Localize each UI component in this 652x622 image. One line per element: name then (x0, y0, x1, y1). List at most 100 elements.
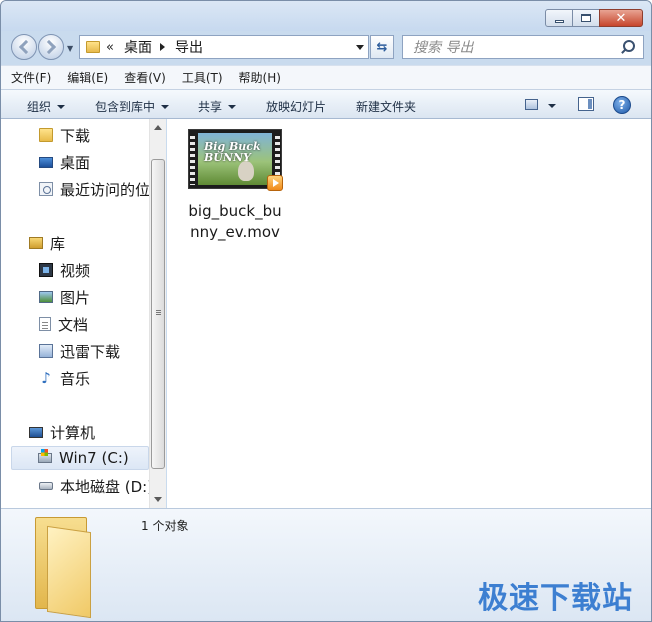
folder-icon (39, 128, 53, 142)
address-bar[interactable]: « 桌面 导出 (79, 35, 369, 59)
nav-item-libraries[interactable]: 库 (29, 231, 65, 255)
nav-item-label: 视频 (60, 261, 91, 280)
nav-item-computer[interactable]: 计算机 (29, 420, 95, 444)
nav-item-label: 库 (50, 234, 66, 253)
nav-item-documents[interactable]: 文档 (39, 312, 88, 336)
organize-label: 组织 (27, 100, 52, 114)
grip-icon (156, 310, 161, 311)
preview-pane-icon[interactable] (578, 97, 594, 111)
nav-item-label: 计算机 (50, 423, 96, 442)
maximize-button[interactable] (572, 9, 600, 27)
share-label: 共享 (198, 100, 223, 114)
nav-item-desktop[interactable]: 桌面 (39, 150, 90, 174)
search-input[interactable]: 搜索 导出 (413, 37, 619, 57)
nav-item-drive-d[interactable]: 本地磁盘 (D:) (39, 474, 149, 498)
include-in-library-button[interactable]: 包含到库中 (95, 98, 170, 115)
scroll-up-arrow-icon[interactable] (154, 125, 162, 130)
film-strip (190, 133, 195, 185)
caption-buttons: ✕ (545, 9, 643, 27)
item-count: 1 个对象 (141, 519, 189, 533)
title-bar[interactable]: ✕ (1, 1, 651, 31)
folder-icon (35, 517, 93, 619)
forward-button[interactable] (38, 34, 64, 60)
bunny-figure (238, 161, 254, 181)
new-folder-button[interactable]: 新建文件夹 (356, 98, 416, 115)
desktop-icon (39, 156, 53, 168)
address-dropdown-icon[interactable] (356, 45, 364, 50)
breadcrumb-separator-icon[interactable] (159, 43, 165, 51)
file-name[interactable]: big_buck_bunny_ev.mov (185, 201, 285, 243)
search-box[interactable]: 搜索 导出 (402, 35, 644, 59)
address-row: ▼ « 桌面 导出 ⇆ 搜索 导出 (1, 31, 651, 65)
folder-icon (86, 41, 100, 53)
nav-item-label: Win7 (C:) (59, 449, 129, 467)
play-icon (267, 175, 283, 191)
nav-item-label: 图片 (60, 288, 91, 307)
picture-library-icon (39, 291, 53, 303)
nav-item-label: 音乐 (60, 369, 91, 388)
share-button[interactable]: 共享 (198, 98, 237, 115)
hard-drive-icon (39, 482, 53, 490)
navigation-pane: 下载 桌面 最近访问的位置 库 视频 图片 文档 迅雷下载 ♪ 音乐 计算机 (1, 119, 149, 508)
maximize-icon (581, 14, 591, 22)
breadcrumb-overflow-chevron[interactable]: « (106, 40, 114, 55)
minimize-icon (554, 19, 564, 23)
slideshow-button[interactable]: 放映幻灯片 (266, 98, 326, 115)
menu-bar: 文件(F) 编辑(E) 查看(V) 工具(T) 帮助(H) (1, 65, 651, 89)
nav-item-xunlei-downloads[interactable]: 迅雷下载 (39, 339, 120, 363)
new-folder-label: 新建文件夹 (356, 100, 417, 114)
close-icon: ✕ (615, 10, 627, 26)
search-icon[interactable] (619, 37, 639, 57)
minimize-button[interactable] (545, 9, 573, 27)
menu-edit[interactable]: 编辑(E) (67, 69, 108, 86)
nav-item-label: 本地磁盘 (D:) (60, 477, 149, 496)
chevron-down-icon (228, 104, 237, 109)
breadcrumb-desktop[interactable]: 桌面 (124, 37, 152, 57)
scrollbar-thumb[interactable] (151, 159, 165, 469)
thumbnail-title: Big Buck BUNNY (204, 140, 261, 164)
explorer-window: ✕ ▼ « 桌面 导出 ⇆ 搜索 导出 文件(F) 编辑(E) 查看(V) 工具… (0, 0, 652, 622)
windows-drive-icon (38, 449, 52, 463)
nav-item-label: 迅雷下载 (60, 342, 121, 361)
library-icon (29, 237, 43, 249)
nav-item-music[interactable]: ♪ 音乐 (39, 366, 90, 390)
watermark: 极速下载站 (478, 581, 633, 616)
menu-view[interactable]: 查看(V) (124, 69, 166, 86)
back-arrow-icon (18, 39, 34, 55)
menu-file[interactable]: 文件(F) (11, 69, 51, 86)
nav-item-label: 桌面 (60, 153, 91, 172)
forward-arrow-icon (41, 39, 57, 55)
change-view-icon[interactable] (525, 99, 538, 110)
breadcrumb-export[interactable]: 导出 (175, 37, 203, 57)
nav-item-downloads[interactable]: 下载 (39, 123, 90, 147)
nav-item-pictures[interactable]: 图片 (39, 285, 90, 309)
scroll-down-arrow-icon[interactable] (154, 497, 162, 502)
organize-button[interactable]: 组织 (27, 98, 66, 115)
slideshow-label: 放映幻灯片 (266, 100, 327, 114)
close-button[interactable]: ✕ (599, 9, 643, 27)
back-button[interactable] (11, 34, 37, 60)
video-library-icon (39, 263, 53, 277)
refresh-button[interactable]: ⇆ (370, 35, 394, 59)
nav-item-label: 文档 (58, 315, 89, 334)
music-note-icon: ♪ (41, 369, 51, 387)
refresh-icon: ⇆ (376, 39, 388, 55)
folder-front (47, 525, 91, 619)
recent-pages-dropdown[interactable]: ▼ (67, 44, 73, 53)
nav-item-videos[interactable]: 视频 (39, 258, 90, 282)
file-list-area[interactable]: Big Buck BUNNY big_buck_bunny_ev.mov (167, 119, 651, 508)
navigation-scrollbar[interactable] (149, 119, 166, 508)
menu-help[interactable]: 帮助(H) (239, 69, 281, 86)
nav-item-drive-c[interactable]: Win7 (C:) (11, 446, 149, 470)
chevron-down-icon (57, 104, 66, 109)
help-icon[interactable]: ? (613, 96, 631, 114)
download-library-icon (39, 344, 53, 358)
thumbnail-image: Big Buck BUNNY (198, 133, 272, 185)
view-options-chevron-icon[interactable] (548, 104, 556, 108)
nav-item-recent-places[interactable]: 最近访问的位置 (39, 177, 149, 201)
chevron-down-icon (161, 104, 170, 109)
video-thumbnail-icon: Big Buck BUNNY (188, 129, 283, 191)
details-pane: 1 个对象 极速下载站 (1, 508, 651, 621)
menu-tools[interactable]: 工具(T) (182, 69, 223, 86)
recent-places-icon (39, 182, 53, 196)
